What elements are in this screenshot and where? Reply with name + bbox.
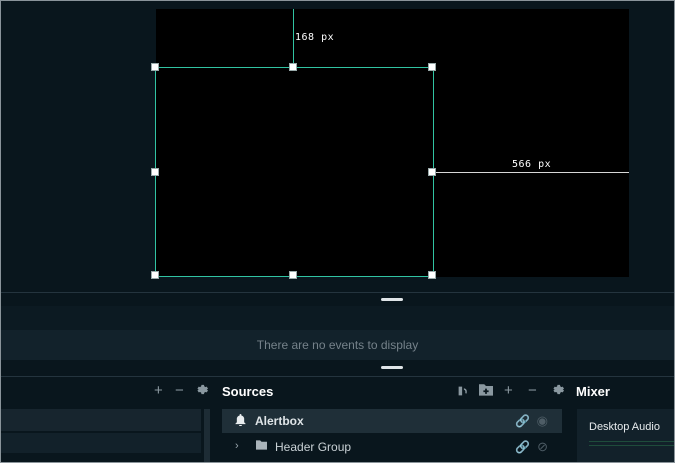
resize-handle-bottom-left[interactable]	[151, 271, 159, 279]
add-icon[interactable]: +	[154, 383, 163, 399]
gear-icon[interactable]	[551, 383, 564, 400]
top-distance-guide	[293, 9, 294, 68]
mixer-title: Mixer	[576, 384, 610, 399]
mixer-channel: Desktop Audio	[577, 409, 674, 462]
eye-icon[interactable]: ◉	[537, 413, 548, 429]
selection-box[interactable]	[155, 67, 434, 277]
add-source-icon[interactable]: +	[504, 383, 513, 399]
events-header	[1, 306, 674, 330]
events-empty-message: There are no events to display	[1, 330, 674, 360]
preview-resize-bar[interactable]	[1, 292, 674, 307]
resize-handle-bottom[interactable]	[289, 271, 297, 279]
top-distance-label: 168 px	[295, 32, 335, 43]
resize-handle-left[interactable]	[151, 168, 159, 176]
scene-row[interactable]	[1, 433, 201, 453]
eye-hidden-icon[interactable]: ⊘	[537, 439, 548, 455]
resize-handle-top[interactable]	[289, 63, 297, 71]
volume-meter	[589, 441, 674, 442]
remove-source-icon[interactable]: −	[528, 383, 537, 399]
source-label: Header Group	[275, 440, 352, 454]
remove-icon[interactable]: −	[175, 383, 184, 399]
mixer-channel-label: Desktop Audio	[589, 421, 660, 433]
add-folder-icon[interactable]	[479, 383, 493, 400]
right-distance-label: 566 px	[512, 159, 552, 170]
gear-icon[interactable]	[195, 383, 208, 400]
drag-grip-icon[interactable]	[381, 366, 403, 369]
lock-icon[interactable]: 🔗	[515, 440, 530, 454]
folder-icon	[256, 440, 267, 453]
studio-window: 168 px 566 px There are no events to dis…	[0, 0, 675, 463]
source-item-alertbox[interactable]: Alertbox 🔗 ◉	[222, 409, 562, 433]
sources-dock: Sources + − Alertbox 🔗 ◉ › Header Group …	[217, 377, 569, 462]
sources-title: Sources	[222, 384, 274, 399]
resize-handle-right[interactable]	[428, 168, 436, 176]
editor-preview[interactable]: 168 px 566 px	[1, 1, 674, 292]
source-item-header-group[interactable]: › Header Group 🔗 ⊘	[222, 435, 562, 459]
add-audio-source-icon[interactable]	[456, 384, 470, 402]
resize-handle-top-left[interactable]	[151, 63, 159, 71]
docks-resize-bar[interactable]	[1, 360, 674, 377]
bell-icon	[235, 414, 246, 429]
lock-icon[interactable]: 🔗	[515, 414, 530, 428]
volume-meter	[589, 445, 674, 446]
resize-handle-bottom-right[interactable]	[428, 271, 436, 279]
scrollbar[interactable]	[204, 409, 210, 462]
source-label: Alertbox	[255, 414, 304, 428]
mixer-dock: Mixer Desktop Audio	[571, 377, 674, 462]
right-distance-guide	[433, 172, 629, 173]
scene-row[interactable]	[1, 409, 201, 431]
chevron-right-icon[interactable]: ›	[235, 440, 239, 452]
resize-handle-top-right[interactable]	[428, 63, 436, 71]
drag-grip-icon[interactable]	[381, 298, 403, 301]
scenes-dock: + −	[1, 377, 216, 462]
